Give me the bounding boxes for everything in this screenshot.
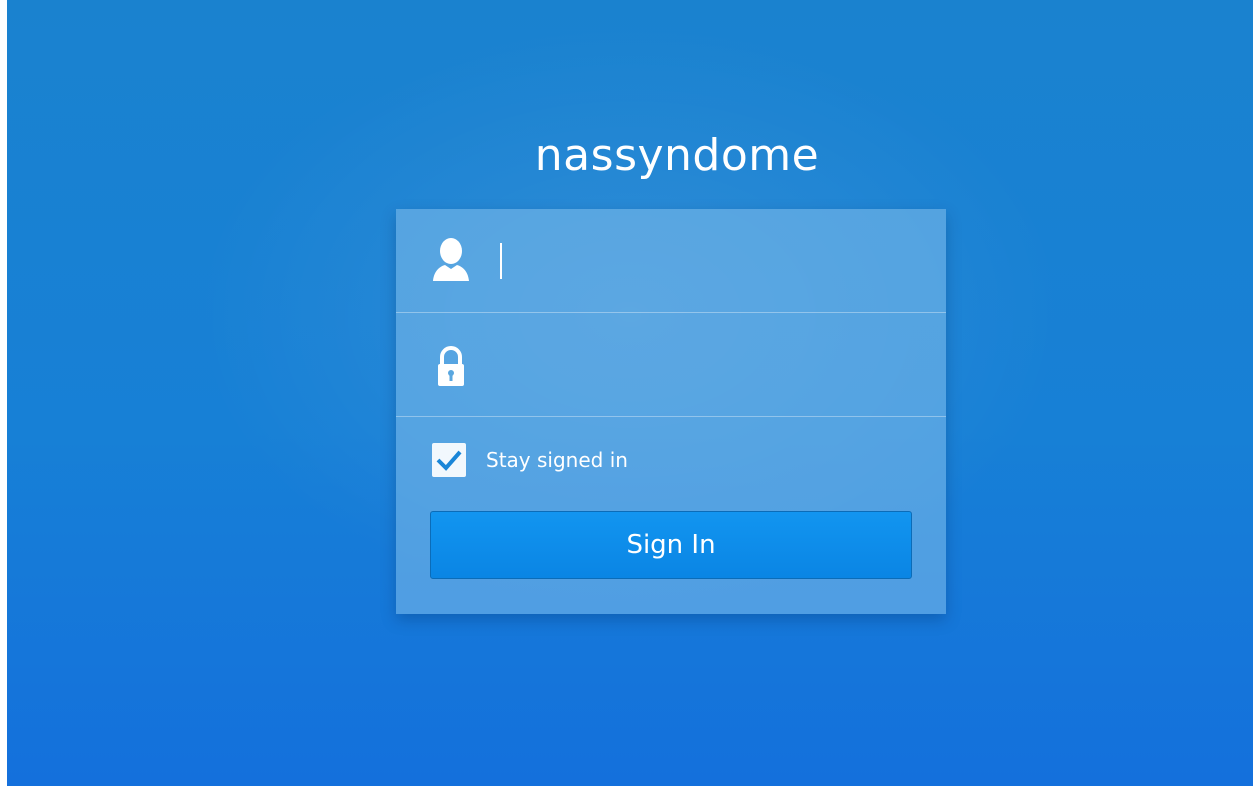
server-name-title: nassyndome (534, 130, 820, 181)
login-background: nassyndome Stay signed in Sign In (7, 0, 1253, 786)
login-panel: Stay signed in Sign In (396, 209, 946, 614)
stay-signed-in-label: Stay signed in (486, 448, 628, 472)
stay-signed-in-checkbox[interactable] (432, 443, 466, 477)
username-row (396, 209, 946, 313)
sign-in-button[interactable]: Sign In (430, 511, 912, 579)
page: nassyndome Stay signed in Sign In (0, 0, 1253, 786)
password-input[interactable] (488, 341, 918, 389)
checkmark-icon (436, 450, 462, 471)
lock-icon (430, 343, 472, 393)
password-row (396, 313, 946, 417)
stay-signed-in-option[interactable]: Stay signed in (432, 443, 628, 477)
username-input[interactable] (488, 237, 918, 285)
user-icon (430, 236, 472, 286)
